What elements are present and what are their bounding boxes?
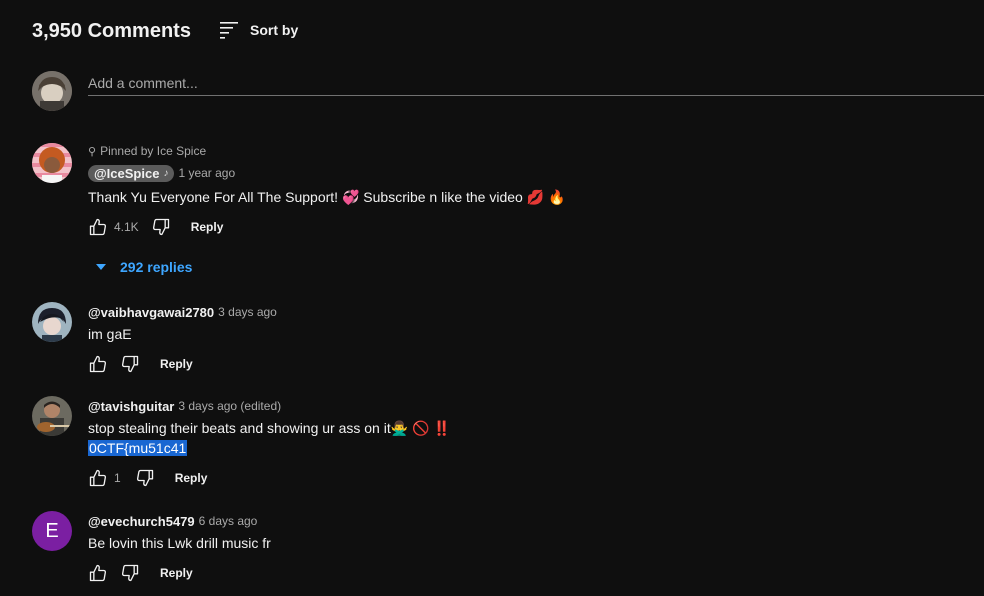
reply-button[interactable]: Reply [160,566,193,580]
comment-actions: 1 Reply [88,466,972,490]
sort-by-label: Sort by [250,22,299,38]
comment-body: @tavishguitar 3 days ago (edited) stop s… [88,396,972,490]
music-note-icon: ♪ [163,167,169,179]
comment-time[interactable]: 3 days ago (edited) [178,399,281,413]
reply-button[interactable]: Reply [160,357,193,371]
comment-text: Be lovin this Lwk drill music fr [88,535,271,551]
view-replies-button[interactable]: 292 replies [92,259,192,275]
caret-down-icon [96,264,106,270]
add-comment-row [32,71,984,111]
reply-button[interactable]: Reply [191,220,224,234]
selected-text[interactable]: 0CTF{mu51c41 [88,440,188,456]
thumbs-down-icon[interactable] [120,354,140,374]
comment-text-line2: 0CTF{mu51c41 [88,438,972,458]
thumbs-up-icon[interactable] [88,217,108,237]
comment-actions: Reply [88,352,972,376]
pin-icon: ⚲ [88,145,97,158]
like-count: 4.1K [114,220,139,234]
comment-body: ⚲ Pinned by Ice Spice @IceSpice ♪ 1 year… [88,143,972,239]
comment-time[interactable]: 3 days ago [218,305,277,319]
comment-meta: @evechurch5479 6 days ago [88,511,972,531]
reply-button[interactable]: Reply [175,471,208,485]
comment-meta: @vaibhavgawai2780 3 days ago [88,302,972,322]
replies-label: 292 replies [120,259,193,275]
comment-time[interactable]: 6 days ago [199,514,258,528]
comment-time[interactable]: 1 year ago [178,166,235,180]
comment-author[interactable]: @evechurch5479 [88,514,195,529]
thumbs-up-icon[interactable] [88,563,108,583]
comment-text: Thank Yu Everyone For All The Support! 💞… [88,189,566,205]
comment-body: @vaibhavgawai2780 3 days ago im gaE Repl… [88,302,972,376]
comment-count: 3,950 Comments [32,20,191,42]
comment-author: @IceSpice [94,165,160,181]
comment-actions: 4.1K Reply [88,215,972,239]
comments-header: 3,950 Comments [32,20,191,43]
comment-text: im gaE [88,326,132,342]
sort-by-button[interactable]: Sort by [220,21,298,39]
thumbs-down-icon[interactable] [120,563,140,583]
avatar[interactable] [32,396,72,436]
pinned-indicator: ⚲ Pinned by Ice Spice [88,143,972,159]
comment-body: @evechurch5479 6 days ago Be lovin this … [88,511,972,585]
comment-author[interactable]: @vaibhavgawai2780 [88,305,214,320]
thumbs-up-icon[interactable] [88,468,108,488]
pinned-label: Pinned by Ice Spice [100,144,207,158]
avatar[interactable] [32,71,72,111]
sort-icon [220,22,238,39]
comment-author[interactable]: @tavishguitar [88,399,174,414]
thumbs-down-icon[interactable] [135,468,155,488]
thumbs-up-icon[interactable] [88,354,108,374]
comment-actions: Reply [88,561,972,585]
author-chip[interactable]: @IceSpice ♪ [88,164,175,182]
thumbs-down-icon[interactable] [151,217,171,237]
avatar-letter: E [45,519,59,542]
comment-text: stop stealing their beats and showing ur… [88,420,451,436]
add-comment-input[interactable] [88,71,984,96]
comment-meta: @IceSpice ♪ 1 year ago [88,163,972,183]
avatar[interactable] [32,302,72,342]
comment-meta: @tavishguitar 3 days ago (edited) [88,396,972,416]
like-count: 1 [114,471,121,485]
avatar[interactable] [32,143,72,183]
avatar[interactable]: E [32,511,72,551]
